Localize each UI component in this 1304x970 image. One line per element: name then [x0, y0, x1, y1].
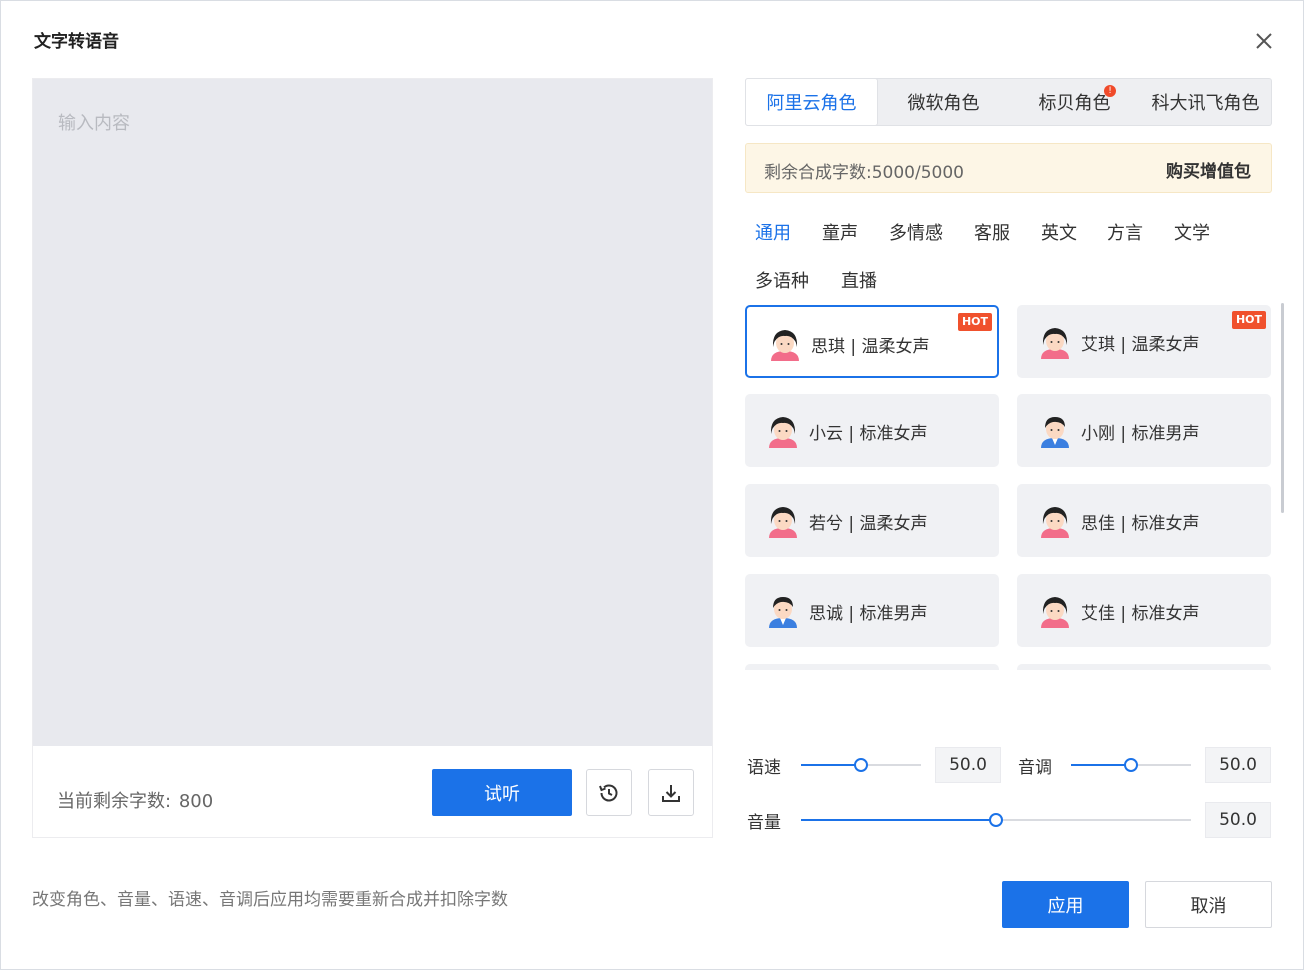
- female-avatar-icon: [1037, 592, 1073, 630]
- voice-card[interactable]: 若兮 | 温柔女声: [745, 484, 999, 557]
- male-avatar-icon: [765, 592, 801, 630]
- voice-name: 若兮 | 温柔女声: [809, 514, 928, 534]
- text-input[interactable]: [33, 79, 712, 746]
- category-tab-4[interactable]: 英文: [1041, 219, 1077, 245]
- role-tab-label: 阿里云角色: [766, 93, 857, 114]
- role-tab-3[interactable]: 科大讯飞角色: [1140, 79, 1271, 125]
- pitch-label: 音调: [1018, 758, 1052, 778]
- listen-button[interactable]: 试听: [432, 769, 572, 816]
- hot-badge: HOT: [1231, 311, 1266, 329]
- voice-card[interactable]: 思琪 | 温柔女声 HOT: [745, 305, 999, 378]
- role-tab-label: 科大讯飞角色: [1151, 93, 1260, 114]
- role-tab-0[interactable]: 阿里云角色: [745, 78, 878, 126]
- tts-dialog: 文字转语音 当前剩余字数: 800 试听 阿里云角色 微软角色 标贝角色! 科大讯飞角…: [0, 0, 1304, 970]
- voice-name: 小云 | 标准女声: [809, 424, 928, 444]
- voice-card[interactable]: 艾佳 | 标准女声: [1017, 574, 1271, 647]
- female-avatar-icon: [767, 325, 803, 363]
- category-tab-7[interactable]: 多语种: [755, 267, 809, 293]
- category-tab-1[interactable]: 童声: [822, 219, 858, 245]
- history-icon: [599, 784, 618, 801]
- voice-name: 思诚 | 标准男声: [809, 604, 928, 624]
- download-button[interactable]: [648, 769, 694, 816]
- voice-list: 思琪 | 温柔女声 HOT 艾琪 | 温柔女声 HOT 小云 | 标准女声 小刚 | 标准…: [745, 301, 1275, 670]
- cancel-button[interactable]: 取消: [1145, 881, 1272, 928]
- category-tab-6[interactable]: 文学: [1174, 219, 1210, 245]
- dialog-title: 文字转语音: [34, 32, 119, 52]
- remaining-label: 当前剩余字数:: [57, 791, 172, 812]
- history-button[interactable]: [586, 769, 632, 816]
- speed-value[interactable]: 50.0: [935, 747, 1001, 783]
- voice-card-partial[interactable]: [745, 664, 999, 670]
- voice-name: 小刚 | 标准男声: [1081, 424, 1200, 444]
- remaining-count: 当前剩余字数: 800: [57, 787, 213, 813]
- female-avatar-icon: [1037, 323, 1073, 361]
- voice-card[interactable]: 小云 | 标准女声: [745, 394, 999, 467]
- apply-button[interactable]: 应用: [1002, 881, 1129, 928]
- male-avatar-icon: [1037, 412, 1073, 450]
- role-tab-label: 标贝角色: [1038, 93, 1111, 114]
- close-icon[interactable]: [1251, 28, 1277, 54]
- category-tab-8[interactable]: 直播: [841, 267, 877, 293]
- category-tab-2[interactable]: 多情感: [889, 219, 943, 245]
- role-tab-2[interactable]: 标贝角色!: [1009, 79, 1140, 125]
- female-avatar-icon: [1037, 502, 1073, 540]
- volume-slider[interactable]: [801, 813, 1191, 827]
- role-tabs: 阿里云角色 微软角色 标贝角色! 科大讯飞角色: [745, 78, 1272, 126]
- female-avatar-icon: [765, 412, 801, 450]
- voice-card[interactable]: 思诚 | 标准男声: [745, 574, 999, 647]
- quota-text: 剩余合成字数:5000/5000: [764, 163, 964, 183]
- category-tab-3[interactable]: 客服: [974, 219, 1010, 245]
- quota-banner: 剩余合成字数:5000/5000 购买增值包: [745, 143, 1272, 193]
- role-tab-badge: !: [1104, 85, 1116, 97]
- voice-card-partial[interactable]: [1017, 664, 1271, 670]
- voice-card[interactable]: 艾琪 | 温柔女声 HOT: [1017, 305, 1271, 378]
- remaining-number: 800: [178, 791, 214, 812]
- volume-slider-handle[interactable]: [989, 813, 1003, 827]
- voice-name: 艾佳 | 标准女声: [1081, 604, 1200, 624]
- volume-value[interactable]: 50.0: [1205, 802, 1271, 838]
- speed-slider[interactable]: [801, 758, 921, 772]
- footer-note: 改变角色、音量、语速、音调后应用均需要重新合成并扣除字数: [32, 890, 508, 910]
- category-tab-5[interactable]: 方言: [1107, 219, 1143, 245]
- role-tab-1[interactable]: 微软角色: [878, 79, 1009, 125]
- category-tab-0[interactable]: 通用: [755, 219, 791, 245]
- hot-badge: HOT: [957, 313, 992, 331]
- female-avatar-icon: [765, 502, 801, 540]
- text-editor-panel: 当前剩余字数: 800 试听: [32, 78, 713, 838]
- download-icon: [662, 784, 680, 802]
- speed-label: 语速: [747, 758, 781, 778]
- voice-list-scrollbar[interactable]: [1281, 303, 1284, 513]
- voice-card[interactable]: 小刚 | 标准男声: [1017, 394, 1271, 467]
- voice-name: 艾琪 | 温柔女声: [1081, 335, 1200, 355]
- voice-card[interactable]: 思佳 | 标准女声: [1017, 484, 1271, 557]
- speed-slider-handle[interactable]: [854, 758, 868, 772]
- pitch-slider[interactable]: [1071, 758, 1191, 772]
- voice-name: 思琪 | 温柔女声: [811, 337, 930, 357]
- pitch-value[interactable]: 50.0: [1205, 747, 1271, 783]
- volume-label: 音量: [747, 813, 781, 833]
- pitch-slider-handle[interactable]: [1124, 758, 1138, 772]
- buy-package-link[interactable]: 购买增值包: [1166, 157, 1251, 182]
- voice-name: 思佳 | 标准女声: [1081, 514, 1200, 534]
- role-tab-label: 微软角色: [907, 93, 980, 114]
